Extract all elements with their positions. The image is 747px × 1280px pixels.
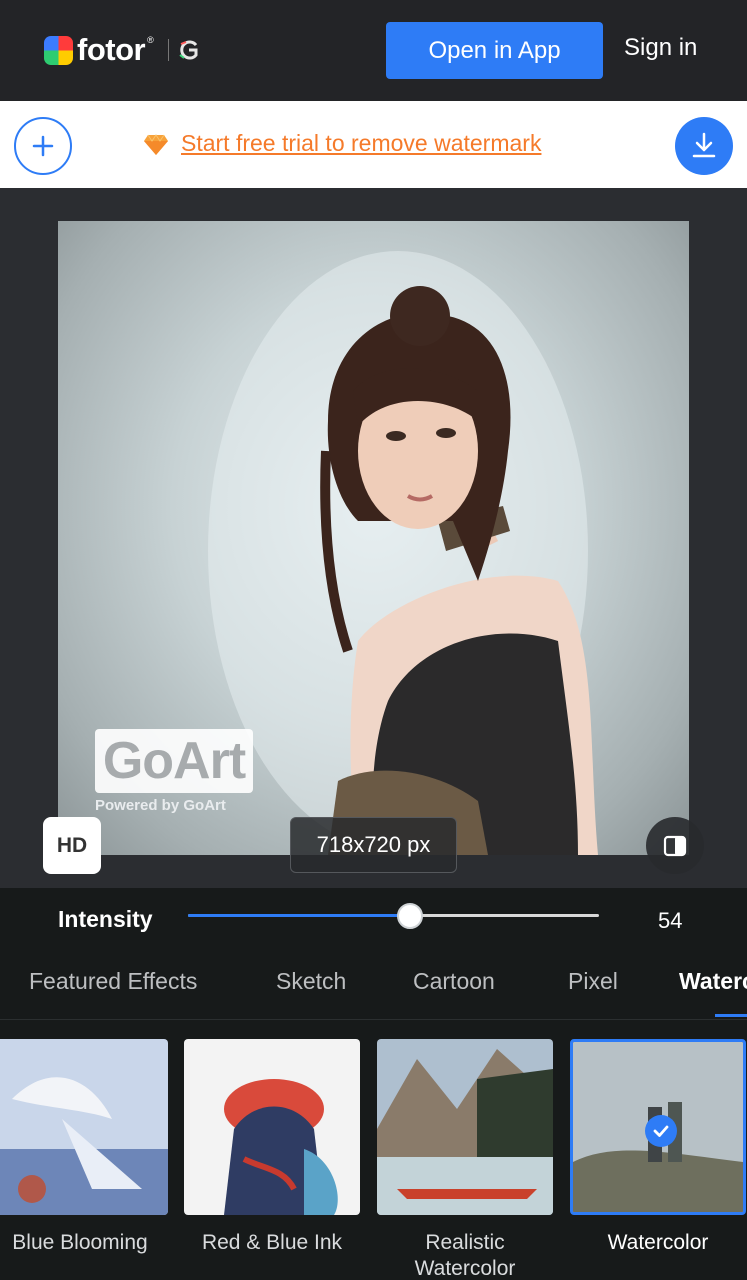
logo-text: fotor [77, 32, 146, 67]
effects-panel: Intensity 54 Featured Effects Sketch Car… [0, 888, 747, 1280]
open-in-app-button[interactable]: Open in App [386, 22, 603, 79]
blue-blooming-preview [0, 1039, 168, 1215]
logo-divider [167, 39, 169, 61]
intensity-slider-thumb[interactable] [396, 903, 423, 929]
tab-pixel[interactable]: Pixel [568, 968, 618, 995]
tab-featured-effects[interactable]: Featured Effects [29, 968, 197, 995]
effect-label-realistic-watercolor: Realistic Watercolor [414, 1231, 516, 1280]
fotor-logo-mark-icon [44, 35, 73, 65]
watermark-subtitle: Powered by GoArt [95, 797, 226, 814]
effect-thumb-realistic-watercolor[interactable] [377, 1039, 553, 1215]
compare-icon [663, 835, 687, 856]
registered-mark: ® [147, 35, 154, 45]
effect-thumbnails: Blue Blooming Red & Blue Ink Realistic W… [0, 1038, 747, 1280]
intensity-value: 54 [658, 908, 683, 933]
intensity-slider-fill [188, 914, 410, 917]
download-button[interactable] [675, 117, 733, 175]
fotor-logo[interactable]: fotor ® [44, 32, 200, 67]
tab-cartoon[interactable]: Cartoon [413, 968, 495, 995]
intensity-label: Intensity [58, 906, 153, 932]
plus-icon [32, 135, 54, 157]
selected-check-icon [645, 1115, 677, 1147]
effect-label-watercolor: Watercolor [607, 1231, 709, 1254]
effect-thumb-red-blue-ink[interactable] [184, 1039, 360, 1215]
intensity-slider[interactable] [188, 903, 599, 929]
active-tab-indicator [715, 1014, 747, 1017]
realistic-watercolor-preview [377, 1039, 553, 1215]
effect-thumb-blue-blooming[interactable] [0, 1039, 168, 1215]
effect-label-blue-blooming: Blue Blooming [12, 1231, 148, 1254]
sign-in-link[interactable]: Sign in [624, 34, 697, 62]
download-icon [692, 132, 716, 158]
effect-category-tabs: Featured Effects Sketch Cartoon Pixel Wa… [0, 962, 747, 1020]
hd-button[interactable]: HD [43, 817, 101, 874]
add-image-button[interactable] [14, 117, 72, 175]
compare-button[interactable] [646, 817, 704, 874]
tab-sketch[interactable]: Sketch [276, 968, 346, 995]
effect-label-red-blue-ink: Red & Blue Ink [201, 1231, 343, 1254]
red-blue-ink-preview [184, 1039, 360, 1215]
image-size-label: 718x720 px [290, 817, 457, 873]
edited-photo: GoArt Powered by GoArt [58, 221, 689, 855]
promo-bar: Start free trial to remove watermark [0, 101, 747, 188]
diamond-icon [144, 134, 168, 155]
app-header: fotor ® Open in App Sign in [0, 0, 747, 101]
goart-watermark: GoArt Powered by GoArt [95, 729, 253, 814]
goart-logo-icon [179, 40, 198, 60]
effect-thumb-watercolor[interactable] [570, 1039, 746, 1215]
canvas-area: GoArt Powered by GoArt HD 718x720 px [0, 188, 747, 888]
watermark-title: GoArt [95, 729, 253, 793]
tab-watercolor[interactable]: Watercolor [679, 968, 747, 995]
start-free-trial-link[interactable]: Start free trial to remove watermark [181, 130, 541, 157]
